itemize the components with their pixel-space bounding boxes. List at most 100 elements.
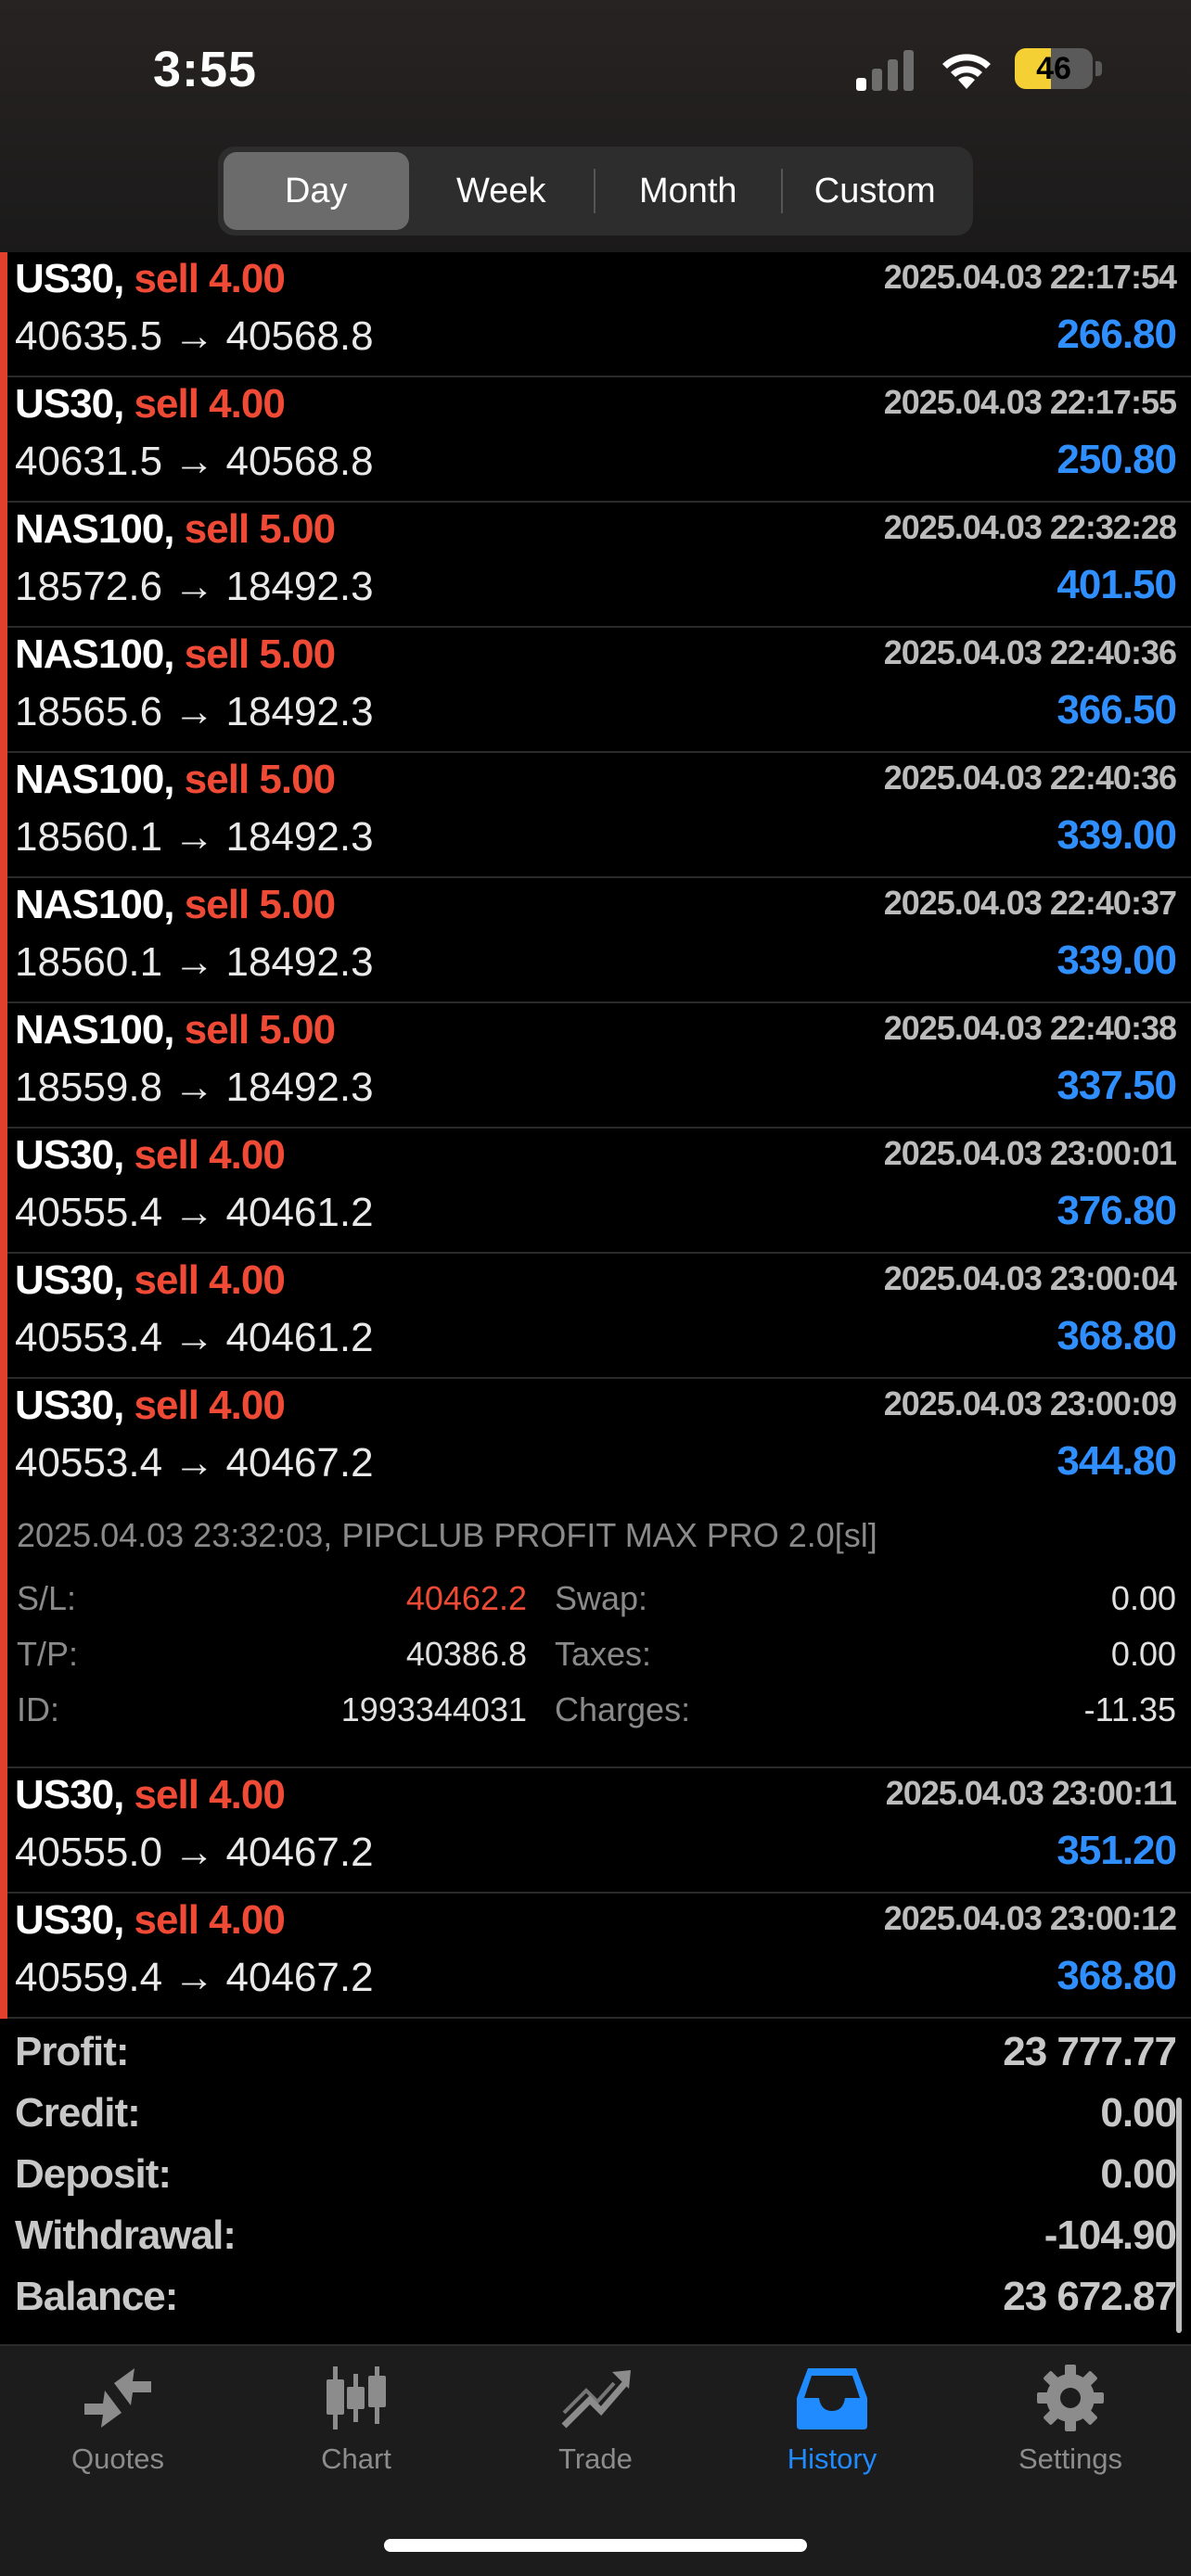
deal-title: NAS100, sell 5.00 bbox=[15, 1007, 336, 1053]
summary-value: 0.00 bbox=[1100, 2090, 1177, 2136]
home-indicator bbox=[384, 2539, 807, 2552]
deal-action: sell 5.00 bbox=[184, 506, 336, 552]
deal-row[interactable]: US30, sell 4.00 40559.4 → 40467.2 2025.0… bbox=[0, 1894, 1191, 2019]
deal-action: sell 5.00 bbox=[184, 631, 336, 677]
deal-prices: 40555.4 → 40461.2 bbox=[15, 1190, 374, 1235]
deal-action: sell 4.00 bbox=[134, 1897, 286, 1943]
deal-prices: 40559.4 → 40467.2 bbox=[15, 1955, 374, 2000]
deal-profit: 368.80 bbox=[1057, 1953, 1177, 1998]
tab-month[interactable]: Month bbox=[596, 152, 781, 230]
tab-label: Settings bbox=[1018, 2442, 1122, 2475]
account-summary: Profit: 23 777.77 Credit: 0.00 Deposit: … bbox=[0, 2014, 1191, 2343]
deal-symbol: US30, bbox=[15, 1772, 124, 1817]
deal-row[interactable]: US30, sell 4.00 40555.4 → 40461.2 2025.0… bbox=[0, 1129, 1191, 1254]
deal-row[interactable]: US30, sell 4.00 40553.4 → 40461.2 2025.0… bbox=[0, 1254, 1191, 1379]
deal-prices: 18560.1 → 18492.3 bbox=[15, 939, 374, 985]
deal-title: NAS100, sell 5.00 bbox=[15, 506, 336, 553]
summary-value: 23 777.77 bbox=[1003, 2029, 1177, 2074]
tab-trade[interactable]: Trade bbox=[493, 2365, 698, 2476]
deal-row[interactable]: NAS100, sell 5.00 18560.1 → 18492.3 2025… bbox=[0, 878, 1191, 1003]
deal-title: US30, sell 4.00 bbox=[15, 1132, 286, 1179]
deal-time: 2025.04.03 22:40:36 bbox=[883, 759, 1177, 797]
summary-label: Balance: bbox=[15, 2274, 178, 2319]
trade-icon bbox=[561, 2370, 631, 2429]
deal-profit: 368.80 bbox=[1057, 1313, 1177, 1358]
tab-history[interactable]: History bbox=[730, 2365, 934, 2476]
deal-title: US30, sell 4.00 bbox=[15, 1257, 286, 1304]
deal-time: 2025.04.03 22:17:55 bbox=[883, 383, 1177, 421]
deal-title: US30, sell 4.00 bbox=[15, 1897, 286, 1944]
scrollbar[interactable] bbox=[1176, 2098, 1182, 2333]
tab-quotes[interactable]: Quotes bbox=[16, 2365, 220, 2476]
quotes-icon bbox=[84, 2368, 151, 2428]
deal-symbol: US30, bbox=[15, 1257, 124, 1303]
summary-label: Withdrawal: bbox=[15, 2213, 237, 2258]
tab-day[interactable]: Day bbox=[224, 152, 409, 230]
summary-label: Profit: bbox=[15, 2029, 130, 2074]
deal-action: sell 4.00 bbox=[134, 256, 286, 301]
deal-prices: 40555.0 → 40467.2 bbox=[15, 1830, 374, 1875]
battery-icon: 46 bbox=[1015, 48, 1093, 89]
deal-row[interactable]: US30, sell 4.00 40635.5 → 40568.8 2025.0… bbox=[0, 252, 1191, 377]
deal-row[interactable]: NAS100, sell 5.00 18560.1 → 18492.3 2025… bbox=[0, 753, 1191, 878]
summary-value: -104.90 bbox=[1044, 2213, 1177, 2258]
deal-title: US30, sell 4.00 bbox=[15, 256, 286, 302]
tab-label: Trade bbox=[558, 2442, 633, 2475]
summary-deposit: Deposit: 0.00 bbox=[15, 2151, 1177, 2213]
deal-action: sell 4.00 bbox=[134, 381, 286, 427]
tab-custom[interactable]: Custom bbox=[783, 152, 968, 230]
battery-level: 46 bbox=[1036, 51, 1071, 86]
deal-title: NAS100, sell 5.00 bbox=[15, 882, 336, 928]
deal-profit: 351.20 bbox=[1057, 1828, 1177, 1873]
tab-week[interactable]: Week bbox=[409, 152, 595, 230]
deal-profit: 339.00 bbox=[1057, 812, 1177, 858]
summary-label: Credit: bbox=[15, 2090, 141, 2136]
deal-title: NAS100, sell 5.00 bbox=[15, 757, 336, 803]
wifi-icon bbox=[942, 54, 991, 89]
deal-row[interactable]: NAS100, sell 5.00 18572.6 → 18492.3 2025… bbox=[0, 503, 1191, 628]
top-header: 3:55 46 Day Week Month Custom bbox=[0, 0, 1191, 252]
tab-settings[interactable]: Settings bbox=[968, 2365, 1172, 2476]
deal-profit: 266.80 bbox=[1057, 312, 1177, 357]
charges-label: Charges: bbox=[555, 1690, 691, 1728]
deal-time: 2025.04.03 22:17:54 bbox=[883, 258, 1177, 296]
tp-value: 40386.8 bbox=[405, 1635, 527, 1673]
deal-row[interactable]: US30, sell 4.00 40631.5 → 40568.8 2025.0… bbox=[0, 377, 1191, 503]
deal-profit: 339.00 bbox=[1057, 937, 1177, 983]
deal-symbol: US30, bbox=[15, 1897, 124, 1943]
deal-action: sell 5.00 bbox=[184, 757, 336, 802]
deal-prices: 18560.1 → 18492.3 bbox=[15, 814, 374, 860]
history-icon bbox=[797, 2368, 867, 2429]
tab-label: History bbox=[787, 2442, 877, 2475]
deal-time: 2025.04.03 23:00:01 bbox=[883, 1134, 1177, 1172]
charges-value: -11.35 bbox=[1083, 1690, 1176, 1728]
deal-row[interactable]: NAS100, sell 5.00 18559.8 → 18492.3 2025… bbox=[0, 1003, 1191, 1129]
deal-symbol: NAS100, bbox=[15, 506, 175, 552]
deal-symbol: US30, bbox=[15, 381, 124, 427]
gear-icon bbox=[1037, 2365, 1104, 2431]
deal-profit: 366.50 bbox=[1057, 687, 1177, 733]
deal-time: 2025.04.03 22:32:28 bbox=[883, 508, 1177, 546]
deal-title: NAS100, sell 5.00 bbox=[15, 631, 336, 678]
period-segmented-control: Day Week Month Custom bbox=[218, 147, 973, 236]
deal-row[interactable]: US30, sell 4.00 40555.0 → 40467.2 2025.0… bbox=[0, 1768, 1191, 1894]
deal-details: S/L: 40462.2 T/P: 40386.8 ID: 1993344031… bbox=[0, 1379, 1191, 1768]
deal-time: 2025.04.03 22:40:36 bbox=[883, 633, 1177, 671]
deal-row[interactable]: NAS100, sell 5.00 18565.6 → 18492.3 2025… bbox=[0, 628, 1191, 753]
deal-action: sell 5.00 bbox=[184, 1007, 336, 1052]
deal-time: 2025.04.03 22:40:38 bbox=[883, 1009, 1177, 1047]
chart-icon bbox=[327, 2366, 386, 2429]
deal-row-expanded[interactable]: US30, sell 4.00 40553.4 → 40467.2 2025.0… bbox=[0, 1379, 1191, 1768]
deal-symbol: NAS100, bbox=[15, 757, 175, 802]
deal-symbol: NAS100, bbox=[15, 631, 175, 677]
summary-label: Deposit: bbox=[15, 2151, 172, 2197]
deal-time: 2025.04.03 23:00:04 bbox=[883, 1259, 1177, 1297]
tp-label: T/P: bbox=[17, 1635, 79, 1673]
deal-profit: 376.80 bbox=[1057, 1188, 1177, 1233]
deal-prices: 18565.6 → 18492.3 bbox=[15, 689, 374, 734]
id-label: ID: bbox=[17, 1690, 60, 1728]
cellular-signal-icon bbox=[856, 48, 919, 91]
tab-chart[interactable]: Chart bbox=[254, 2365, 458, 2476]
summary-profit: Profit: 23 777.77 bbox=[15, 2029, 1177, 2090]
deal-profit: 250.80 bbox=[1057, 437, 1177, 482]
